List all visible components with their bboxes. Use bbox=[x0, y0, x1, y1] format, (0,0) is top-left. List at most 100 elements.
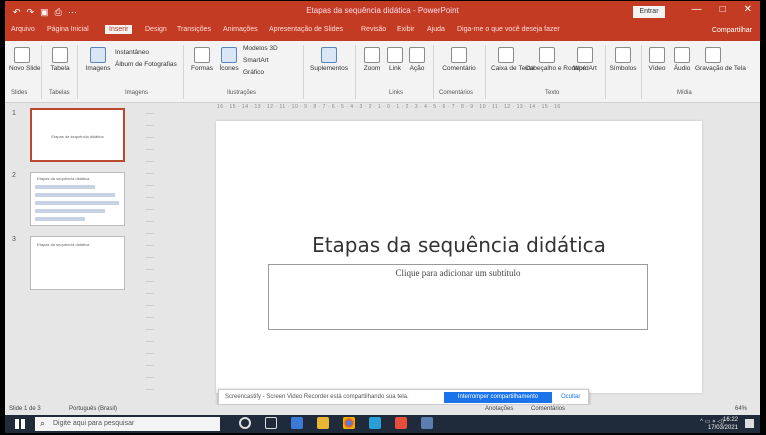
zoom-button[interactable]: Zoom bbox=[361, 47, 383, 72]
group-label-illustrations: Ilustrações bbox=[227, 90, 257, 96]
video-button[interactable]: Vídeo bbox=[645, 47, 669, 72]
language-indicator[interactable]: Português (Brasil) bbox=[69, 406, 117, 412]
header-footer-icon bbox=[539, 47, 555, 63]
restore-icon[interactable]: □ bbox=[720, 4, 726, 15]
horizontal-ruler: 16 · 15 · 14 · 13 · 12 · 11 · 10 · 9 · 8… bbox=[217, 104, 561, 110]
screen-recording-button[interactable]: Gravação de Tela bbox=[695, 47, 746, 72]
tab-design[interactable]: Design bbox=[145, 26, 167, 33]
powerpoint-app-icon[interactable] bbox=[395, 417, 407, 429]
close-icon[interactable]: ✕ bbox=[744, 4, 752, 15]
photo-album-button[interactable]: Álbum de Fotografias bbox=[115, 61, 177, 68]
tab-file[interactable]: Arquivo bbox=[11, 26, 35, 33]
tab-slideshow[interactable]: Apresentação de Slides bbox=[269, 26, 343, 33]
app-icon[interactable] bbox=[421, 417, 433, 429]
stop-sharing-button[interactable]: Interromper compartilhamento bbox=[444, 392, 552, 403]
slide[interactable]: Etapas da sequência didática Clique para… bbox=[216, 121, 702, 393]
status-bar: Slide 1 de 3 Português (Brasil) Anotaçõe… bbox=[5, 405, 760, 415]
ribbon-tabs: Arquivo Página Inicial Inserir Design Tr… bbox=[5, 23, 760, 41]
thumb-content-line bbox=[35, 209, 105, 213]
textbox-button[interactable]: Caixa de Texto bbox=[491, 47, 534, 72]
group-label-images: Imagens bbox=[125, 90, 149, 96]
vertical-ruler bbox=[146, 113, 154, 398]
icons-icon bbox=[221, 47, 237, 63]
audio-button[interactable]: Áudio bbox=[671, 47, 693, 72]
zoom-level[interactable]: 64% bbox=[735, 406, 747, 412]
notes-button[interactable]: Anotações bbox=[485, 406, 513, 412]
zoom-icon bbox=[364, 47, 380, 63]
slide-thumbnail-2[interactable]: Etapas da sequência didática bbox=[30, 172, 125, 226]
minimize-icon[interactable]: — bbox=[692, 4, 702, 15]
taskbar-apps bbox=[239, 417, 433, 429]
divider bbox=[433, 45, 434, 99]
new-slide-button[interactable]: Novo Slide bbox=[9, 47, 40, 72]
tab-insert[interactable]: Inserir bbox=[105, 25, 133, 34]
share-button[interactable]: Compartilhar bbox=[712, 27, 752, 34]
3d-models-button[interactable]: Modelos 3D bbox=[243, 45, 278, 52]
comments-button[interactable]: Comentários bbox=[531, 406, 565, 412]
table-button[interactable]: Tabela bbox=[47, 47, 73, 72]
taskbar-search[interactable]: ⌕ Digite aqui para pesquisar bbox=[35, 417, 220, 431]
comment-button[interactable]: Comentário bbox=[439, 47, 479, 72]
divider bbox=[183, 45, 184, 99]
folder-icon[interactable] bbox=[317, 417, 329, 429]
tab-home[interactable]: Página Inicial bbox=[47, 26, 89, 33]
group-label-media: Mídia bbox=[677, 90, 692, 96]
divider bbox=[485, 45, 486, 99]
slide-thumbnail-3[interactable]: Etapas da sequência didática bbox=[30, 236, 125, 290]
images-button[interactable]: Imagens bbox=[83, 47, 113, 72]
thumb-content-line bbox=[35, 217, 85, 221]
divider bbox=[605, 45, 606, 99]
group-label-text: Texto bbox=[545, 90, 560, 96]
divider bbox=[41, 45, 42, 99]
tab-review[interactable]: Revisão bbox=[361, 26, 386, 33]
chart-button[interactable]: Gráfico bbox=[243, 69, 264, 76]
slide-title[interactable]: Etapas da sequência didática bbox=[216, 233, 702, 257]
tab-animations[interactable]: Animações bbox=[223, 26, 258, 33]
windows-start-icon[interactable] bbox=[15, 419, 25, 429]
screenshot-button[interactable]: Instantâneo bbox=[115, 49, 149, 56]
sign-in-button[interactable]: Entrar bbox=[633, 6, 665, 18]
tell-me-search[interactable]: Diga-me o que você deseja fazer bbox=[457, 26, 560, 33]
slide-thumbnails-pane: 1 Etapas da sequência didática 2 Etapas … bbox=[5, 104, 135, 399]
search-icon: ⌕ bbox=[40, 418, 46, 428]
edge-icon[interactable] bbox=[369, 417, 381, 429]
shapes-button[interactable]: Formas bbox=[189, 47, 215, 72]
cortana-icon[interactable] bbox=[239, 417, 251, 429]
subtitle-placeholder-text: Clique para adicionar um subtítulo bbox=[395, 268, 521, 278]
hide-banner-button[interactable]: Ocultar bbox=[561, 394, 580, 400]
banner-message: Screencastify - Screen Video Recorder es… bbox=[225, 394, 409, 400]
omega-icon bbox=[615, 47, 631, 63]
group-label-tables: Tabelas bbox=[49, 90, 70, 96]
symbols-button[interactable]: Símbolos bbox=[609, 47, 637, 72]
file-explorer-icon[interactable] bbox=[291, 417, 303, 429]
task-view-icon[interactable] bbox=[265, 417, 277, 429]
tab-help[interactable]: Ajuda bbox=[427, 26, 445, 33]
action-button[interactable]: Ação bbox=[407, 47, 427, 72]
tab-view[interactable]: Exibir bbox=[397, 26, 415, 33]
search-placeholder: Digite aqui para pesquisar bbox=[53, 420, 135, 427]
chrome-icon[interactable] bbox=[343, 417, 355, 429]
thumb-content-line bbox=[35, 185, 95, 189]
slide-editing-area: Etapas da sequência didática Clique para… bbox=[155, 113, 760, 397]
screen-share-banner: Screencastify - Screen Video Recorder es… bbox=[218, 389, 589, 405]
wordart-button[interactable]: WordArt bbox=[571, 47, 599, 72]
image-icon bbox=[90, 47, 106, 63]
smartart-button[interactable]: SmartArt bbox=[243, 57, 269, 64]
store-icon bbox=[321, 47, 337, 63]
tab-transitions[interactable]: Transições bbox=[177, 26, 211, 33]
icons-button[interactable]: Ícones bbox=[217, 47, 241, 72]
slide-count: Slide 1 de 3 bbox=[9, 406, 41, 412]
addins-button[interactable]: Suplementos bbox=[309, 47, 349, 72]
header-footer-button[interactable]: Cabeçalho e Rodapé bbox=[525, 47, 586, 72]
thumb-number: 3 bbox=[12, 236, 16, 243]
notifications-icon[interactable] bbox=[745, 419, 754, 428]
table-icon bbox=[52, 47, 68, 63]
wordart-icon bbox=[577, 47, 593, 63]
slide-thumbnail-1[interactable]: Etapas da sequência didática bbox=[30, 108, 125, 162]
window-controls: — □ ✕ bbox=[692, 4, 752, 15]
clock[interactable]: 16:22 17/03/2021 bbox=[708, 416, 738, 432]
subtitle-placeholder[interactable]: Clique para adicionar um subtítulo bbox=[268, 264, 648, 330]
thumb-content-line bbox=[35, 201, 119, 205]
link-button[interactable]: Link bbox=[385, 47, 405, 72]
divider bbox=[77, 45, 78, 99]
